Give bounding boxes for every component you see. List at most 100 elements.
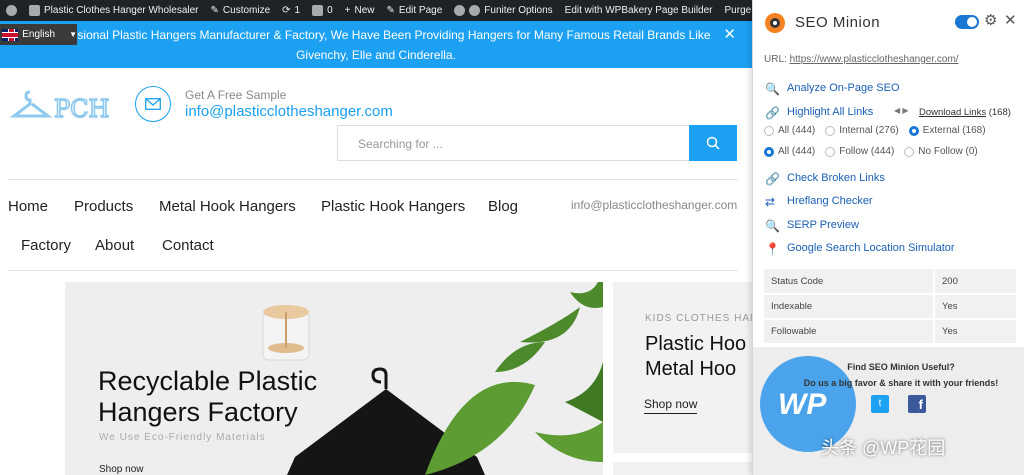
check-broken-links-link[interactable]: Check Broken Links [787,172,885,184]
language-label: English [22,29,56,40]
panel-title: SEO Minion [795,14,881,31]
seo-minion-panel: SEO Minion ⚙ ✕ URL: https://www.plasticc… [752,0,1024,475]
download-links[interactable]: Download Links (168) [919,107,1011,118]
table-row: Followable Yes [764,319,1016,345]
table-row: Status Code 200 [764,269,1016,295]
card-title-line-2: Metal Hoo [645,358,737,380]
comments-link[interactable]: 0 [306,0,339,21]
caret-down-icon: ▼ [69,30,77,39]
customize-label: Customize [222,5,271,16]
radio-nofollow[interactable]: No Follow (0) [904,146,978,157]
analyze-icon: 🔍 [765,82,780,96]
followable-value: Yes [933,319,1016,345]
hero-shop-now-link[interactable]: Shop now [99,464,143,475]
promo-card-kids: KIDS CLOTHES HAN Plastic Hoo Metal Hoo S… [613,282,753,453]
site-logo[interactable]: PCH [9,86,110,126]
url-label: URL: [764,54,787,65]
customize-link[interactable]: ✎ Customize [205,0,277,21]
pencil-icon: ✎ [210,5,219,16]
card-eyebrow: KIDS CLOTHES HAN [645,313,753,324]
facebook-icon[interactable]: f [908,395,926,413]
nav-divider-top [8,179,738,180]
nav-item-about[interactable]: About [95,237,134,254]
banner-line-2: Givenchy, Elle and Cinderella. [296,48,456,62]
hero-subtitle: We Use Eco-Friendly Materials [99,432,266,443]
comment-icon [312,5,324,16]
promo-request: Do us a big favor & share it with your f… [803,378,999,388]
broken-link-icon: 🔗 [765,172,780,186]
highlight-links-link[interactable]: Highlight All Links [787,106,873,118]
download-links-count: (168) [988,107,1011,118]
nav-divider-bottom [8,270,738,271]
indexable-label: Indexable [764,294,934,320]
wordpress-icon [6,5,17,16]
table-row: Indexable Yes [764,294,1016,320]
status-code-label: Status Code [764,269,934,295]
home-icon [29,5,40,16]
wp-logo-menu[interactable] [0,0,23,21]
search-input[interactable]: Searching for ... [337,125,689,161]
nav-email[interactable]: info@plasticclotheshanger.com [571,198,737,212]
pencil-icon: ✎ [386,5,395,16]
enable-toggle[interactable] [955,15,979,29]
new-label: New [354,5,375,16]
radio-all-follow[interactable]: All (444) [764,146,815,157]
serp-icon: 🔍 [765,219,780,233]
mail-icon [135,86,171,122]
search-icon [706,136,720,150]
free-sample-email[interactable]: info@plasticclotheshanger.com [185,103,393,120]
updates-link[interactable]: ⟳ 1 [276,0,306,21]
edit-page-link[interactable]: ✎ Edit Page [381,0,449,21]
new-content-menu[interactable]: + New [339,0,381,21]
nav-item-contact[interactable]: Contact [162,237,214,254]
nav-item-blog[interactable]: Blog [488,198,518,215]
plus-icon: + [344,5,351,16]
hreflang-checker-link[interactable]: Hreflang Checker [787,195,873,207]
translate-icon: ⇄ [765,195,776,209]
card-shop-now-link[interactable]: Shop now [644,397,698,414]
radio-external-links[interactable]: External (168) [908,125,986,136]
leaf-plant-image [425,282,603,475]
hero-banner: Recyclable Plastic Hangers Factory We Us… [65,282,603,475]
nav-item-metal-hook-hangers[interactable]: Metal Hook Hangers [159,198,296,215]
updates-count: 1 [294,5,301,16]
language-switcher[interactable]: English ▼ [0,24,77,45]
followable-label: Followable [764,319,934,345]
page-url: URL: https://www.plasticclotheshanger.co… [764,54,959,65]
logo-text: PCH [54,95,109,123]
indexable-value: Yes [933,294,1016,320]
location-pin-icon: 📍 [765,242,780,256]
wpbakery-label: Edit with WPBakery Page Builder [564,5,713,16]
url-link[interactable]: https://www.plasticclotheshanger.com/ [790,54,959,65]
hero-title-line-1: Recyclable Plastic [98,366,318,396]
wpbakery-link[interactable]: Edit with WPBakery Page Builder [559,0,719,21]
prev-next-arrows-icon[interactable]: ◀ ▶ [894,106,909,115]
refresh-icon: ⟳ [282,5,291,16]
search-button[interactable] [689,125,737,161]
nav-item-plastic-hook-hangers[interactable]: Plastic Hook Hangers [321,198,465,215]
vc-icon [454,5,466,16]
gear-icon[interactable]: ⚙ [984,11,997,29]
nav-item-home[interactable]: Home [8,198,48,215]
close-icon[interactable]: ✕ [1004,11,1017,29]
close-icon[interactable]: ✕ [723,25,736,45]
watermark-text: 头条 @WP花园 [821,438,946,458]
nav-item-products[interactable]: Products [74,198,133,215]
funiter-options-link[interactable]: Funiter Options [448,0,558,21]
hero-title: Recyclable Plastic Hangers Factory [98,366,317,428]
announcement-banner: fessional Plastic Hangers Manufacturer &… [0,21,752,68]
serp-preview-link[interactable]: SERP Preview [787,219,859,231]
radio-follow[interactable]: Follow (444) [825,146,894,157]
radio-all-links[interactable]: All (444) [764,125,815,136]
comments-count: 0 [327,5,333,16]
radio-internal-links[interactable]: Internal (276) [825,125,899,136]
promo-card-next [613,462,753,475]
twitter-icon[interactable]: t [871,395,889,413]
location-simulator-link[interactable]: Google Search Location Simulator [787,242,955,254]
analyze-seo-link[interactable]: Analyze On-Page SEO [787,82,900,94]
nav-item-factory[interactable]: Factory [21,237,71,254]
banner-line-1: fessional Plastic Hangers Manufacturer &… [61,28,711,42]
link-type-filter: All (444) Internal (276) External (168) [764,125,986,136]
hanger-jar-image [262,305,310,361]
site-name-menu[interactable]: Plastic Clothes Hanger Wholesaler [23,0,205,21]
